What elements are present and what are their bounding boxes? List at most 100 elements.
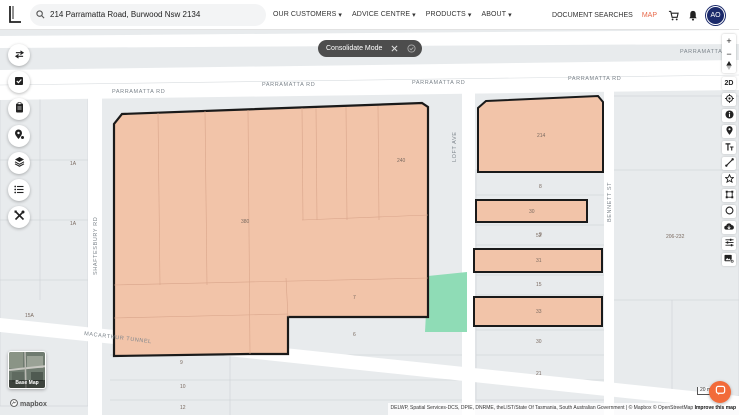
road-label: PARRAMATTA RD xyxy=(412,80,465,86)
add-image-button[interactable] xyxy=(722,253,736,266)
base-map-switcher[interactable]: Base Map xyxy=(8,351,46,389)
lot-label: 1A xyxy=(70,221,77,227)
info-icon xyxy=(724,110,734,121)
lot-label: 214 xyxy=(537,133,546,139)
chat-bubble-icon xyxy=(715,383,726,401)
list-tool[interactable] xyxy=(8,179,30,201)
document-searches-link[interactable]: DOCUMENT SEARCHES xyxy=(552,12,633,19)
cloud-download-icon xyxy=(724,222,734,233)
lot-label: 206-232 xyxy=(666,234,685,240)
mapbox-logo-text: mapbox xyxy=(20,400,47,408)
checklist-tool[interactable] xyxy=(8,71,30,93)
attribution-text: DELWP, Spatial Services-DCS, DPIE, DNRME… xyxy=(390,405,694,411)
mapbox-icon xyxy=(10,399,18,409)
top-bar: OUR CUSTOMERS▾ ADVICE CENTRE▾ PRODUCTS▾ … xyxy=(0,0,739,30)
minus-icon: − xyxy=(726,48,732,59)
consolidate-mode-label: Consolidate Mode xyxy=(326,45,383,52)
lot-label: 10 xyxy=(180,384,186,390)
header-actions: DOCUMENT SEARCHES MAP AO xyxy=(552,0,739,30)
lot-label: 30 xyxy=(529,209,535,215)
left-toolbar xyxy=(8,44,30,228)
address-search[interactable] xyxy=(30,3,266,26)
clipboard-icon xyxy=(15,100,24,118)
info-button[interactable] xyxy=(722,109,736,122)
add-pin-button[interactable] xyxy=(722,125,736,138)
brand-logo-icon[interactable] xyxy=(4,4,26,26)
swap-arrows-tool[interactable] xyxy=(8,44,30,66)
mapbox-logo[interactable]: mapbox xyxy=(10,399,47,409)
layers-tool[interactable] xyxy=(8,152,30,174)
selected-lot-main xyxy=(112,101,430,358)
zoom-controls: + − xyxy=(722,34,736,73)
lot-label: 31 xyxy=(536,258,542,264)
park-area xyxy=(425,272,467,332)
notification-bell-icon[interactable] xyxy=(686,8,700,22)
lot-label: 33 xyxy=(536,309,542,315)
draw-polygon-button[interactable] xyxy=(722,173,736,186)
map-attribution: DELWP, Spatial Services-DCS, DPIE, DNRME… xyxy=(387,403,739,415)
map-canvas[interactable]: PARRAMATTA RD PARRAMATTA RD PARRAMATTA R… xyxy=(0,0,739,415)
checkbox-icon xyxy=(14,73,24,91)
road-label: BENNETT ST xyxy=(607,182,613,222)
location-settings-tool[interactable] xyxy=(8,125,30,147)
lot-label: 6 xyxy=(353,332,356,338)
plus-icon: + xyxy=(726,35,732,46)
chevron-down-icon: ▾ xyxy=(467,11,472,19)
lot-label: 15 xyxy=(536,282,542,288)
map-app: PARRAMATTA RD PARRAMATTA RD PARRAMATTA R… xyxy=(0,0,739,415)
lot-label: 9 xyxy=(180,360,183,366)
check-circle-icon[interactable] xyxy=(406,44,416,54)
line-measure-icon xyxy=(724,158,734,169)
chat-button[interactable] xyxy=(709,381,731,403)
add-text-button[interactable] xyxy=(722,141,736,154)
nav-advice-centre[interactable]: ADVICE CENTRE ▾ xyxy=(352,11,416,19)
main-nav: OUR CUSTOMERS ▾ ADVICE CENTRE ▾ PRODUCTS ▾ … xyxy=(273,11,512,19)
star-polygon-icon xyxy=(723,173,735,185)
road-label: PARRAMATTA RD xyxy=(262,82,315,88)
circle-icon xyxy=(725,206,734,217)
filter-settings-button[interactable] xyxy=(722,237,736,250)
clipboard-tool[interactable] xyxy=(8,98,30,120)
swap-arrows-icon xyxy=(14,46,25,64)
tools-tool[interactable] xyxy=(8,206,30,228)
measure-line-button[interactable] xyxy=(722,157,736,170)
nav-label: ABOUT xyxy=(481,11,507,18)
compass-icon xyxy=(726,61,732,72)
locate-me-button[interactable] xyxy=(722,93,736,106)
map-link[interactable]: MAP xyxy=(642,12,657,19)
nav-label: ADVICE CENTRE xyxy=(352,11,411,18)
draw-circle-button[interactable] xyxy=(722,205,736,218)
image-add-icon xyxy=(724,254,734,265)
chevron-down-icon: ▾ xyxy=(412,11,416,19)
close-icon[interactable] xyxy=(389,44,399,54)
cart-icon[interactable] xyxy=(666,8,680,22)
lot-label: 7 xyxy=(353,295,356,301)
road-label: LOFT AVE xyxy=(452,131,458,162)
nav-products[interactable]: PRODUCTS ▾ xyxy=(426,11,472,19)
search-input[interactable] xyxy=(50,10,250,19)
nav-our-customers[interactable]: OUR CUSTOMERS ▾ xyxy=(273,11,342,19)
lot-label: 1A xyxy=(70,161,77,167)
zoom-out-button[interactable]: − xyxy=(722,47,736,60)
lot-label: 8 xyxy=(539,184,542,190)
improve-map-link[interactable]: Improve this map xyxy=(695,405,736,411)
nav-about[interactable]: ABOUT ▾ xyxy=(481,11,511,19)
toggle-2d-button[interactable]: 2D xyxy=(722,77,736,90)
lot-label: 380 xyxy=(241,219,250,225)
layers-icon xyxy=(14,154,25,172)
location-gear-icon xyxy=(14,127,25,145)
bennett-st xyxy=(604,80,614,415)
road-label: PARRAMATTA RD xyxy=(112,89,165,95)
compass-button[interactable] xyxy=(722,60,736,73)
road-label: SHAFTESBURY RD xyxy=(93,217,99,275)
sliders-icon xyxy=(724,238,734,249)
rectangle-select-icon xyxy=(725,190,734,201)
chevron-down-icon: ▾ xyxy=(508,11,512,19)
cloud-download-button[interactable] xyxy=(722,221,736,234)
mode-label: 2D xyxy=(724,80,734,87)
zoom-in-button[interactable]: + xyxy=(722,34,736,47)
consolidate-mode-bar: Consolidate Mode xyxy=(318,40,423,57)
draw-rectangle-button[interactable] xyxy=(722,189,736,202)
chevron-down-icon: ▾ xyxy=(338,11,343,19)
user-avatar[interactable]: AO xyxy=(706,5,725,25)
